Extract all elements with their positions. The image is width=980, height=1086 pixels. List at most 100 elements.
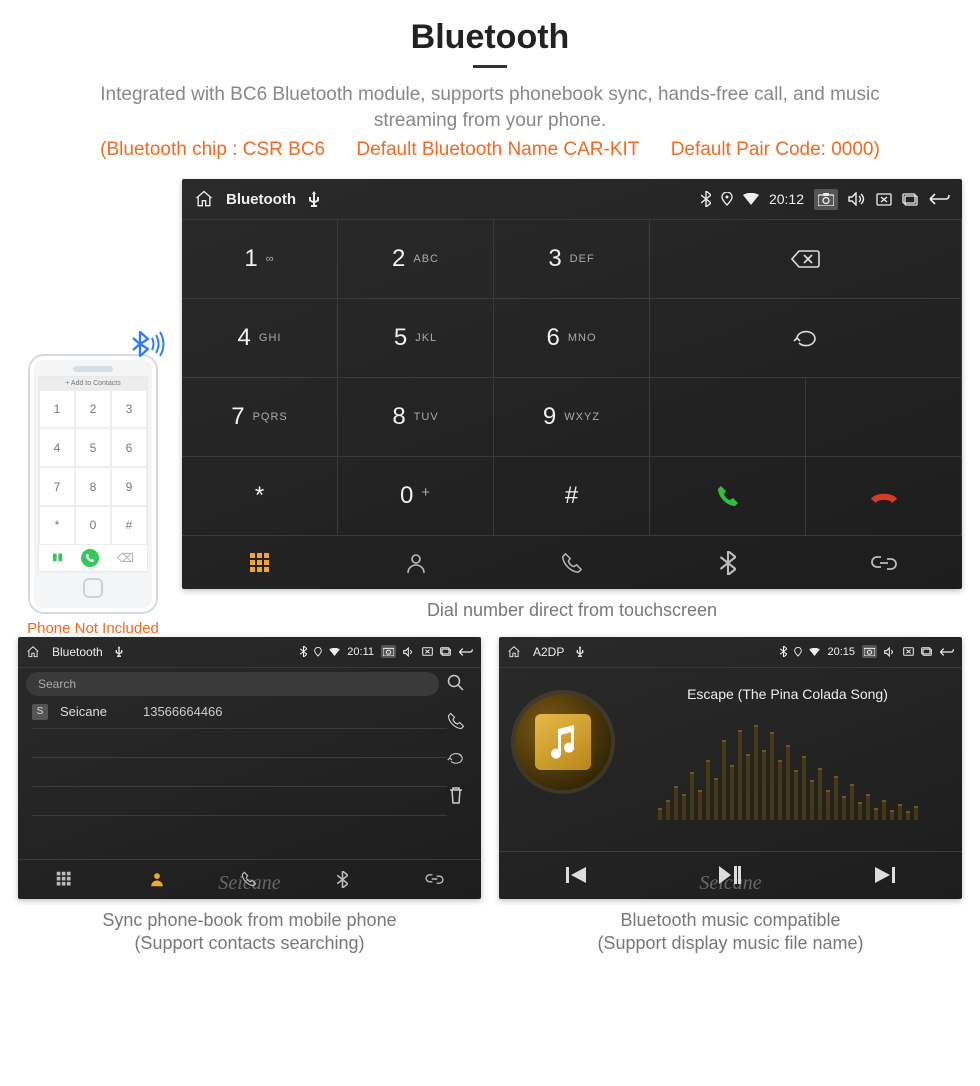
- dialer-pane: Bluetooth 20:12: [182, 179, 962, 589]
- search-input[interactable]: Search: [26, 672, 439, 696]
- phone-topbar: + Add to Contacts: [39, 377, 147, 390]
- bottom-tabs: [18, 859, 481, 899]
- key-5[interactable]: 5JKL: [338, 298, 494, 377]
- bluetooth-icon: [780, 646, 787, 657]
- call-button[interactable]: [650, 456, 806, 535]
- delete-icon[interactable]: [447, 786, 465, 804]
- bluetooth-signal-icon: [128, 326, 168, 362]
- call-icon[interactable]: [447, 712, 465, 730]
- tab-keypad[interactable]: [18, 860, 111, 899]
- key-1[interactable]: 1∞: [182, 219, 338, 298]
- sync-icon[interactable]: [447, 750, 465, 766]
- empty-key-2: [806, 377, 962, 456]
- home-icon[interactable]: [194, 189, 214, 209]
- volume-icon[interactable]: [884, 647, 896, 657]
- tab-keypad[interactable]: [182, 536, 338, 589]
- wifi-icon: [809, 648, 820, 656]
- recent-apps-icon[interactable]: [921, 647, 932, 656]
- redial-button[interactable]: [650, 298, 962, 377]
- bluetooth-icon: [300, 646, 307, 657]
- camera-icon[interactable]: [862, 645, 877, 658]
- tab-contacts[interactable]: [338, 536, 494, 589]
- title-underline: [473, 65, 507, 68]
- key-7[interactable]: 7PQRS: [182, 377, 338, 456]
- close-app-icon[interactable]: [903, 647, 914, 656]
- status-bar: A2DP 20:15: [499, 637, 962, 667]
- key-4[interactable]: 4GHI: [182, 298, 338, 377]
- contact-number: 13566664466: [143, 704, 223, 719]
- volume-icon[interactable]: [403, 647, 415, 657]
- volume-icon[interactable]: [848, 192, 866, 206]
- phone-keypad: 123 456 789 *0#: [39, 390, 147, 545]
- key-8[interactable]: 8TUV: [338, 377, 494, 456]
- back-icon[interactable]: [458, 647, 473, 657]
- home-icon[interactable]: [507, 645, 521, 659]
- dialer-keypad: 1∞ 2ABC 3DEF 4GHI 5JKL 6MNO 7PQRS 8TUV 9…: [182, 219, 962, 535]
- tab-bluetooth[interactable]: [296, 860, 389, 899]
- key-6[interactable]: 6MNO: [494, 298, 650, 377]
- location-icon: [314, 647, 322, 657]
- play-pause-button[interactable]: [719, 866, 741, 884]
- key-9[interactable]: 9WXYZ: [494, 377, 650, 456]
- music-note-icon: [535, 714, 591, 770]
- close-app-icon[interactable]: [422, 647, 433, 656]
- backspace-button[interactable]: [650, 219, 962, 298]
- tab-recent[interactable]: [203, 860, 296, 899]
- key-2[interactable]: 2ABC: [338, 219, 494, 298]
- tab-bluetooth[interactable]: [650, 536, 806, 589]
- key-0[interactable]: 0+: [338, 456, 494, 535]
- key-3[interactable]: 3DEF: [494, 219, 650, 298]
- hangup-button[interactable]: [806, 456, 962, 535]
- usb-icon: [576, 646, 584, 657]
- search-placeholder: Search: [38, 677, 76, 691]
- status-title: A2DP: [533, 645, 564, 659]
- list-item[interactable]: S Seicane 13566664466: [32, 702, 447, 722]
- page-description: Integrated with BC6 Bluetooth module, su…: [60, 82, 920, 133]
- page-title: Bluetooth: [18, 18, 962, 57]
- a2dp-pane: A2DP 20:15: [499, 637, 962, 899]
- note-name: Default Bluetooth Name CAR-KIT: [356, 139, 639, 160]
- track-title: Escape (The Pina Colada Song): [627, 686, 948, 702]
- status-time: 20:11: [347, 646, 374, 658]
- previous-button[interactable]: [566, 867, 586, 883]
- phonebook-pane: Bluetooth 20:11: [18, 637, 481, 899]
- wifi-icon: [329, 648, 340, 656]
- tab-contacts[interactable]: [111, 860, 204, 899]
- next-button[interactable]: [875, 867, 895, 883]
- location-icon: [794, 647, 802, 657]
- camera-icon[interactable]: [814, 189, 838, 210]
- bluetooth-spec-note: (Bluetooth chip : CSR BC6 Default Blueto…: [18, 139, 962, 161]
- tab-recent[interactable]: [494, 536, 650, 589]
- status-time: 20:12: [769, 191, 804, 207]
- status-bar: Bluetooth 20:11: [18, 637, 481, 667]
- status-time: 20:15: [827, 646, 855, 658]
- search-icon[interactable]: [447, 674, 465, 692]
- close-app-icon[interactable]: [876, 193, 892, 206]
- status-bar: Bluetooth 20:12: [182, 179, 962, 219]
- key-hash[interactable]: #: [494, 456, 650, 535]
- status-title: Bluetooth: [52, 645, 103, 659]
- album-art: [515, 694, 611, 790]
- note-chip: (Bluetooth chip : CSR BC6: [100, 139, 325, 160]
- recent-apps-icon[interactable]: [440, 647, 451, 656]
- recent-apps-icon[interactable]: [902, 193, 918, 206]
- contact-list: S Seicane 13566664466: [18, 700, 447, 859]
- music-controls: [499, 851, 962, 899]
- tab-pair[interactable]: [806, 536, 962, 589]
- usb-icon: [308, 191, 320, 207]
- phonebook-caption: Sync phone-book from mobile phone (Suppo…: [18, 909, 481, 956]
- dialer-caption: Dial number direct from touchscreen: [182, 599, 962, 622]
- tab-pair[interactable]: [388, 860, 481, 899]
- contact-name: Seicane: [60, 704, 107, 719]
- camera-icon[interactable]: [381, 645, 396, 658]
- home-icon[interactable]: [26, 645, 40, 659]
- back-icon[interactable]: [928, 192, 950, 206]
- empty-key: [650, 377, 806, 456]
- bottom-tabs: [182, 535, 962, 589]
- a2dp-caption: Bluetooth music compatible (Support disp…: [499, 909, 962, 956]
- phone-call-icon: [81, 549, 99, 567]
- key-star[interactable]: *: [182, 456, 338, 535]
- wifi-icon: [743, 193, 759, 205]
- phone-caption: Phone Not Included: [18, 620, 168, 637]
- back-icon[interactable]: [939, 647, 954, 657]
